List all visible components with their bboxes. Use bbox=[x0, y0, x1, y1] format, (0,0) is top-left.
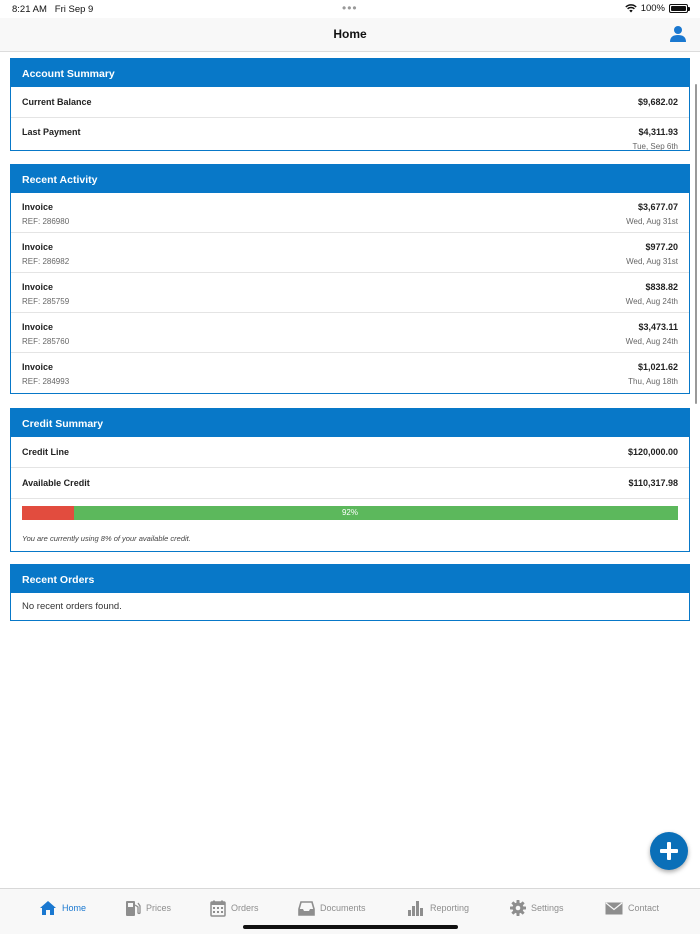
activity-type: Invoice bbox=[22, 282, 54, 292]
tab-label: Settings bbox=[531, 903, 564, 913]
home-content[interactable]: Account Summary Current Balance $9,682.0… bbox=[0, 52, 700, 888]
activity-type: Invoice bbox=[22, 322, 54, 332]
tab-label: Prices bbox=[146, 903, 172, 913]
credit-usage-section: 92% You are currently using 8% of your a… bbox=[11, 499, 689, 551]
activity-ref: REF: 285760 bbox=[22, 337, 70, 346]
last-payment-label: Last Payment bbox=[22, 127, 81, 137]
inbox-icon bbox=[298, 900, 315, 916]
available-credit-row[interactable]: Available Credit $110,317.98 bbox=[11, 468, 689, 499]
calendar-icon bbox=[210, 900, 226, 917]
status-bar: 8:21 AM Fri Sep 9 ••• 100% bbox=[0, 0, 700, 18]
tab-label: Reporting bbox=[430, 903, 470, 913]
tab-prices[interactable]: Prices bbox=[125, 899, 171, 917]
wifi-icon bbox=[624, 4, 637, 13]
navigation-bar: Home bbox=[0, 18, 700, 52]
recent-orders-empty-row: No recent orders found. bbox=[11, 593, 689, 620]
activity-date: Wed, Aug 31st bbox=[626, 257, 678, 266]
status-time: 8:21 AM Fri Sep 9 bbox=[12, 4, 94, 15]
credit-line-label: Credit Line bbox=[22, 447, 70, 457]
add-button[interactable] bbox=[650, 832, 688, 870]
activity-ref: REF: 286980 bbox=[22, 217, 70, 226]
available-percent-label: 92% bbox=[341, 508, 358, 517]
tab-label: Contact bbox=[628, 903, 660, 913]
activity-amount: $977.20 bbox=[645, 242, 678, 252]
account-summary-header: Account Summary bbox=[11, 59, 689, 87]
last-payment-row[interactable]: Last Payment $4,311.93 Tue, Sep 6th bbox=[11, 118, 689, 151]
activity-ref: REF: 286982 bbox=[22, 257, 70, 266]
tab-contact[interactable]: Contact bbox=[605, 899, 659, 917]
activity-row[interactable]: Invoice $3,473.11 REF: 285760 Wed, Aug 2… bbox=[11, 313, 689, 353]
gear-icon bbox=[510, 900, 526, 916]
activity-row[interactable]: Invoice $1,021.62 REF: 284993 Thu, Aug 1… bbox=[11, 353, 689, 393]
activity-amount: $1,021.62 bbox=[637, 362, 678, 372]
bar-chart-icon bbox=[408, 901, 423, 916]
recent-orders-card: Recent Orders No recent orders found. bbox=[10, 564, 690, 621]
credit-line-row[interactable]: Credit Line $120,000.00 bbox=[11, 437, 689, 468]
recent-activity-card: Recent Activity Invoice $3,677.07 REF: 2… bbox=[10, 164, 690, 394]
available-credit-label: Available Credit bbox=[22, 478, 90, 488]
tab-orders[interactable]: Orders bbox=[210, 899, 259, 917]
fuel-pump-icon bbox=[126, 900, 141, 916]
credit-usage-note: You are currently using 8% of your avail… bbox=[22, 534, 191, 543]
activity-amount: $3,473.11 bbox=[638, 322, 678, 332]
recent-activity-header: Recent Activity bbox=[11, 165, 689, 193]
empty-orders-message: No recent orders found. bbox=[22, 601, 122, 612]
activity-date: Wed, Aug 31st bbox=[626, 217, 678, 226]
current-balance-row[interactable]: Current Balance $9,682.02 bbox=[11, 87, 689, 118]
credit-summary-card: Credit Summary Credit Line $120,000.00 A… bbox=[10, 408, 690, 552]
credit-summary-header: Credit Summary bbox=[11, 409, 689, 437]
home-indicator[interactable] bbox=[243, 925, 458, 929]
available-credit-value: $110,317.98 bbox=[628, 478, 678, 488]
scroll-indicator[interactable] bbox=[695, 84, 697, 404]
status-right: 100% bbox=[624, 3, 690, 14]
activity-type: Invoice bbox=[22, 242, 54, 252]
activity-date: Wed, Aug 24th bbox=[625, 337, 678, 346]
tab-label: Documents bbox=[320, 903, 366, 913]
current-balance-label: Current Balance bbox=[22, 97, 92, 107]
last-payment-value: $4,311.93 bbox=[638, 127, 678, 137]
envelope-icon bbox=[605, 902, 623, 914]
credit-line-value: $120,000.00 bbox=[627, 447, 678, 457]
plus-icon bbox=[660, 842, 678, 860]
tab-reporting[interactable]: Reporting bbox=[407, 899, 469, 917]
battery-icon bbox=[669, 4, 690, 13]
activity-row[interactable]: Invoice $838.82 REF: 285759 Wed, Aug 24t… bbox=[11, 273, 689, 313]
page-title: Home bbox=[333, 27, 367, 41]
recent-orders-header: Recent Orders bbox=[11, 565, 689, 593]
activity-type: Invoice bbox=[22, 202, 54, 212]
activity-date: Wed, Aug 24th bbox=[625, 297, 678, 306]
multitasking-dots-icon[interactable]: ••• bbox=[342, 1, 358, 15]
battery-percent: 100% bbox=[640, 3, 665, 14]
tab-settings[interactable]: Settings bbox=[510, 899, 564, 917]
last-payment-date: Tue, Sep 6th bbox=[632, 142, 678, 151]
activity-row[interactable]: Invoice $977.20 REF: 286982 Wed, Aug 31s… bbox=[11, 233, 689, 273]
credit-usage-bar: 92% bbox=[22, 506, 678, 520]
profile-icon[interactable] bbox=[669, 25, 687, 43]
tab-bar: Home Prices Orders Documents Reporting S… bbox=[0, 888, 700, 934]
activity-amount: $838.82 bbox=[645, 282, 678, 292]
activity-date: Thu, Aug 18th bbox=[628, 377, 678, 386]
activity-ref: REF: 284993 bbox=[22, 377, 70, 386]
tab-label: Home bbox=[62, 903, 87, 913]
activity-amount: $3,677.07 bbox=[637, 202, 678, 212]
current-balance-value: $9,682.02 bbox=[637, 97, 678, 107]
tab-home[interactable]: Home bbox=[39, 899, 86, 917]
activity-type: Invoice bbox=[22, 362, 54, 372]
activity-ref: REF: 285759 bbox=[22, 297, 70, 306]
activity-row[interactable]: Invoice $3,677.07 REF: 286980 Wed, Aug 3… bbox=[11, 193, 689, 233]
tab-documents[interactable]: Documents bbox=[298, 899, 366, 917]
tab-label: Orders bbox=[231, 903, 259, 913]
home-icon bbox=[40, 901, 56, 915]
account-summary-card: Account Summary Current Balance $9,682.0… bbox=[10, 58, 690, 151]
